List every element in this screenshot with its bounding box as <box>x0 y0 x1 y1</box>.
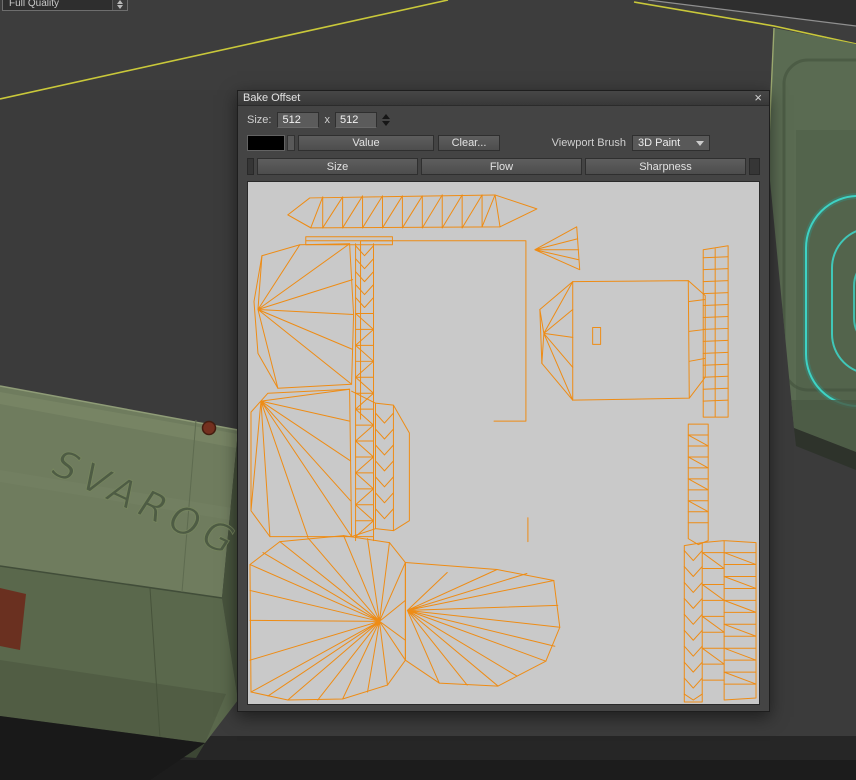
tab-sharpness[interactable]: Sharpness <box>585 158 746 175</box>
uv-wireframe <box>249 194 757 703</box>
3d-viewport[interactable]: SVAROG Full Quality Bake Offset × Size: … <box>0 0 856 780</box>
svarog-crate: SVAROG <box>0 385 252 780</box>
size-label: Size: <box>247 114 272 126</box>
uv-editor-canvas[interactable] <box>247 181 760 705</box>
close-icon[interactable]: × <box>752 91 764 104</box>
size-height-input[interactable] <box>334 112 377 128</box>
value-mini-slider[interactable] <box>287 135 295 151</box>
viewport-brush-label: Viewport Brush <box>551 137 626 149</box>
backdrop-shade <box>0 0 856 90</box>
dialog-title: Bake Offset <box>243 91 301 104</box>
dialog-body: Size: x Value Clear... Viewport Brush 3D… <box>238 106 769 705</box>
quality-spinner[interactable] <box>112 0 127 10</box>
stepper-down-icon[interactable] <box>381 121 390 126</box>
size-width-input[interactable] <box>277 112 320 128</box>
clear-button[interactable]: Clear... <box>438 135 500 151</box>
dialog-titlebar[interactable]: Bake Offset × <box>238 91 769 106</box>
tab-strip-end-cap-left <box>247 158 254 175</box>
spinner-down-icon[interactable] <box>117 5 123 9</box>
quality-dropdown[interactable]: Full Quality <box>2 0 128 11</box>
bake-offset-dialog: Bake Offset × Size: x Value Clear... <box>237 90 770 712</box>
stepper-up-icon[interactable] <box>381 114 390 119</box>
brush-mode-value: 3D Paint <box>638 137 681 149</box>
quality-dropdown-label: Full Quality <box>9 0 60 9</box>
color-swatch[interactable] <box>247 135 285 151</box>
size-times-label: x <box>324 114 330 126</box>
paint-controls-row: Value Clear... Viewport Brush 3D Paint <box>247 135 760 151</box>
spinner-up-icon[interactable] <box>117 0 123 4</box>
brush-mode-dropdown[interactable]: 3D Paint <box>632 135 710 151</box>
channel-tabs-row: Size Flow Sharpness <box>247 158 760 175</box>
size-row: Size: x <box>247 112 760 128</box>
tab-flow[interactable]: Flow <box>421 158 582 175</box>
chevron-down-icon <box>696 140 704 146</box>
tab-strip-end-cap-right <box>749 158 760 175</box>
tab-size[interactable]: Size <box>257 158 418 175</box>
red-marker-dot <box>201 420 217 436</box>
size-stepper[interactable] <box>381 114 390 126</box>
value-button[interactable]: Value <box>298 135 434 151</box>
